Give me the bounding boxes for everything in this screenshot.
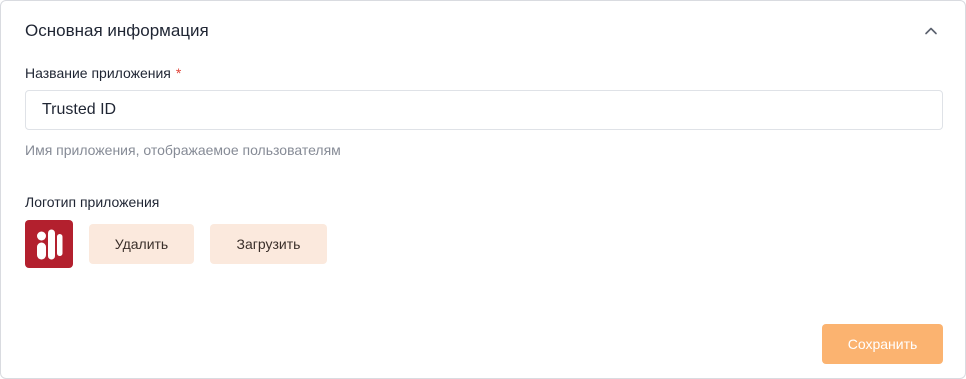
save-button[interactable]: Сохранить [822, 324, 943, 364]
app-name-label: Название приложения * [25, 64, 181, 82]
basic-info-card: Основная информация Название приложения *… [0, 0, 966, 379]
required-mark: * [175, 65, 182, 81]
section-header[interactable]: Основная информация [25, 19, 941, 43]
app-name-input[interactable] [25, 90, 943, 130]
trusted-id-logo-icon [25, 220, 73, 268]
app-name-label-text: Название приложения [25, 65, 171, 81]
chevron-up-icon[interactable] [921, 21, 941, 41]
upload-logo-button[interactable]: Загрузить [210, 224, 327, 264]
section-title: Основная информация [25, 21, 209, 40]
app-logo-label: Логотип приложения [25, 194, 160, 210]
delete-logo-button[interactable]: Удалить [89, 224, 194, 264]
app-name-helper-text: Имя приложения, отображаемое пользовател… [25, 142, 341, 158]
